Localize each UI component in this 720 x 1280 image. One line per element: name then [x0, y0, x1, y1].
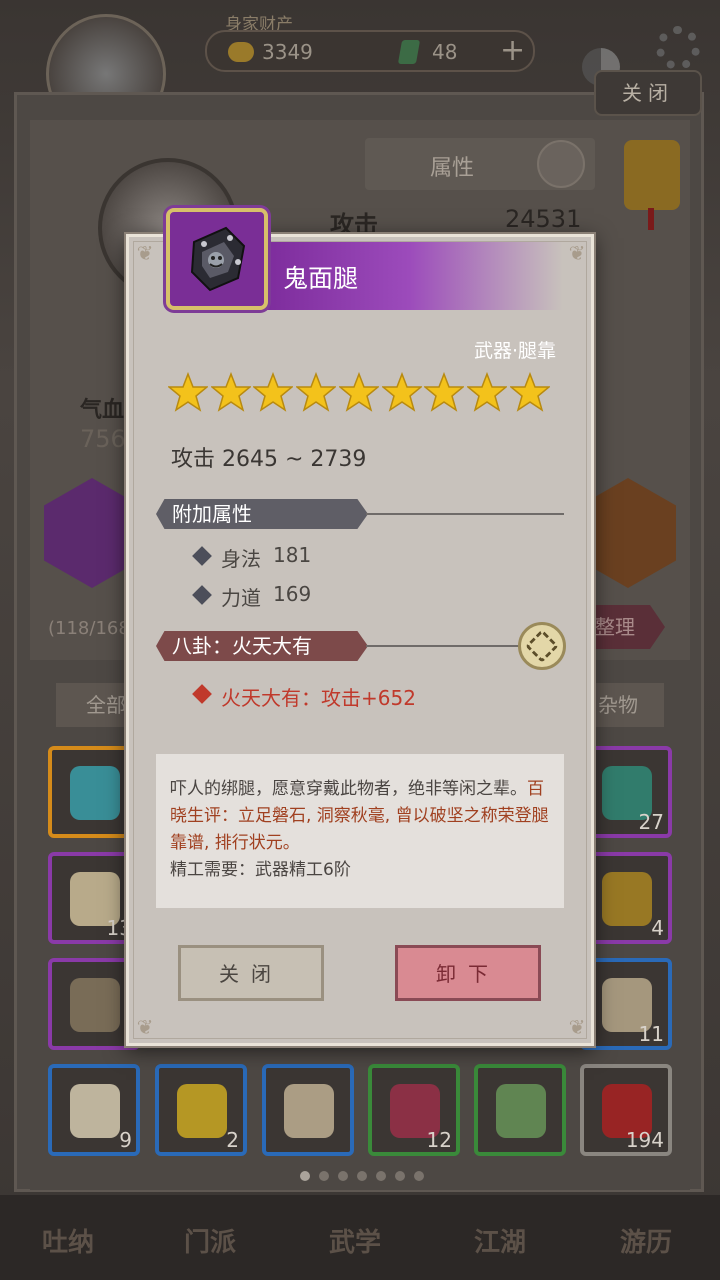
leg-guard-icon [190, 226, 246, 292]
item-icon [177, 1084, 227, 1138]
attack-value: 24531 [505, 205, 582, 233]
star-icon [466, 372, 507, 412]
page-dot[interactable] [395, 1171, 405, 1181]
star-icon [509, 372, 550, 412]
page-dot[interactable] [319, 1171, 329, 1181]
refine-requirement: 精工需要：武器精工6阶 [170, 860, 351, 880]
item-icon [70, 978, 120, 1032]
star-rating [168, 372, 558, 416]
bagua-header: 八卦：火天大有 [156, 631, 368, 661]
nav-sect[interactable]: 门派 [160, 1222, 260, 1272]
add-currency-button[interactable]: + [500, 33, 525, 68]
corner-ornament-icon: ❦ [568, 1015, 586, 1039]
hp-value: 756 [80, 425, 126, 453]
star-icon [338, 372, 379, 412]
extra-attr-name: 身法 [221, 547, 261, 571]
bagua-effect: 火天大有：攻击+652 [221, 686, 416, 710]
item-count: 194 [625, 1128, 664, 1152]
item-category: 武器·腿靠 [473, 340, 556, 362]
item-count: 4 [651, 916, 664, 940]
extra-attr-value: 169 [273, 582, 312, 606]
gold-value: 3349 [262, 40, 313, 64]
extra-attr-value: 181 [273, 543, 312, 567]
item-count: 2 [226, 1128, 239, 1152]
item-count: 9 [119, 1128, 132, 1152]
inventory-slot[interactable]: 2 [155, 1064, 247, 1156]
item-attack-range: 攻击 2645 ~ 2739 [171, 447, 367, 472]
eye-icon[interactable] [537, 140, 585, 188]
extra-attr-name: 力道 [221, 586, 261, 610]
page-dot[interactable] [338, 1171, 348, 1181]
close-panel-button[interactable]: 关闭 [594, 70, 702, 116]
star-icon [424, 372, 465, 412]
item-name: 鬼面腿 [283, 264, 359, 293]
inventory-slot[interactable] [262, 1064, 354, 1156]
inventory-slot[interactable]: 194 [580, 1064, 672, 1156]
hp-label: 气血 [80, 398, 125, 423]
gold-ingot-icon [228, 42, 254, 62]
page-dot[interactable] [414, 1171, 424, 1181]
item-count: 12 [426, 1128, 452, 1152]
item-description: 吓人的绑腿，愿意穿戴此物者，绝非等闲之辈。百晓生评：立足磐石, 洞察秋毫, 曾以… [156, 754, 564, 908]
nav-travel[interactable]: 游历 [596, 1222, 696, 1272]
page-dot[interactable] [300, 1171, 310, 1181]
divider-line [366, 513, 564, 515]
page-dot[interactable] [357, 1171, 367, 1181]
item-icon [284, 1084, 334, 1138]
corner-ornament-icon: ❦ [136, 1015, 154, 1039]
attributes-title: 属性 [430, 156, 475, 181]
page-dot[interactable] [376, 1171, 386, 1181]
page-indicator [300, 1166, 433, 1181]
corner-ornament-icon: ❦ [136, 241, 154, 265]
star-icon [381, 372, 422, 412]
item-icon [602, 872, 652, 926]
jade-value: 48 [432, 40, 458, 64]
item-count: 27 [638, 810, 664, 834]
item-icon [70, 766, 120, 820]
star-icon [296, 372, 337, 412]
resources-panel [205, 30, 535, 72]
item-icon [496, 1084, 546, 1138]
extra-attrs-header: 附加属性 [156, 499, 368, 529]
tassel-icon [648, 208, 654, 230]
nav-jianghu[interactable]: 江湖 [450, 1222, 550, 1272]
divider-line [366, 645, 521, 647]
unequip-button[interactable]: 卸下 [395, 945, 541, 1001]
corner-ornament-icon: ❦ [568, 241, 586, 265]
item-icon [70, 1084, 120, 1138]
close-button[interactable]: 关闭 [178, 945, 324, 1001]
bag-capacity: (118/168 [48, 618, 130, 639]
inventory-slot[interactable] [474, 1064, 566, 1156]
star-icon [168, 372, 208, 412]
inventory-slot[interactable]: 12 [368, 1064, 460, 1156]
gear-icon[interactable] [656, 26, 700, 70]
inventory-slot[interactable]: 9 [48, 1064, 140, 1156]
nav-tuna[interactable]: 吐纳 [18, 1222, 118, 1272]
nav-martial-arts[interactable]: 武学 [305, 1222, 405, 1272]
seal-emblem-icon[interactable] [624, 140, 680, 210]
item-count: 11 [638, 1022, 664, 1046]
star-icon [210, 372, 251, 412]
description-text: 吓人的绑腿，愿意穿戴此物者，绝非等闲之辈。 [170, 779, 527, 799]
star-icon [253, 372, 294, 412]
